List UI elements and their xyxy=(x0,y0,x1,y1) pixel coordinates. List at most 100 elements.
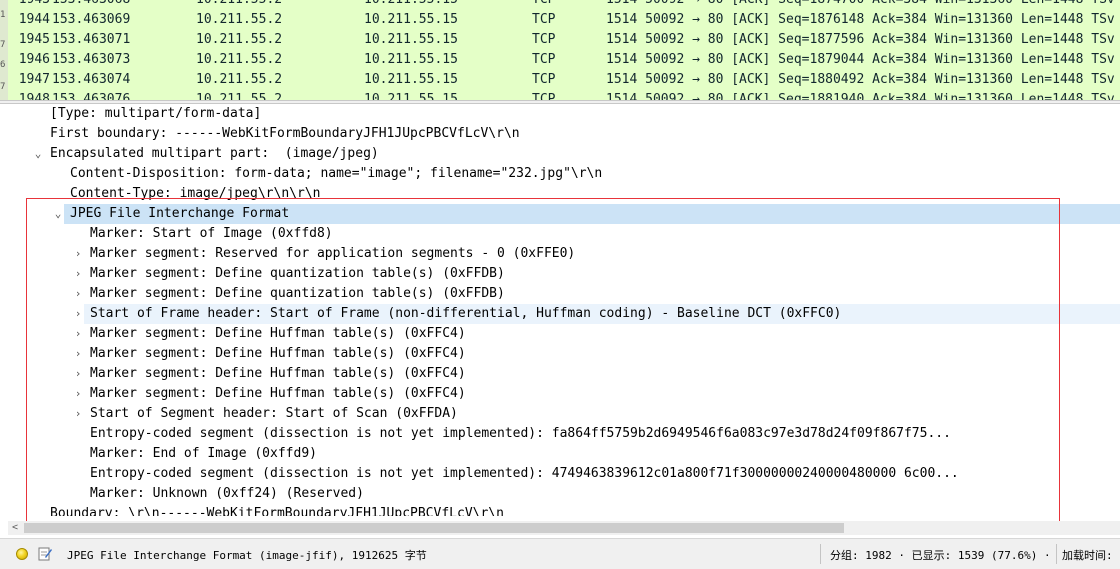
packet-cell-info: 1514 50092 → 80 [ACK] Seq=1881940 Ack=38… xyxy=(606,92,1115,100)
tree-item-label: Marker segment: Reserved for application… xyxy=(90,246,576,261)
status-bar: JPEG File Interchange Format (image-jfif… xyxy=(0,538,1120,569)
packet-row[interactable]: 1944 153.463069 10.211.55.2 10.211.55.15 TCP… xyxy=(0,10,1120,30)
chevron-right-icon[interactable]: › xyxy=(72,244,84,264)
tree-item-label: First boundary: ------WebKitFormBoundary… xyxy=(50,126,520,141)
tree-item[interactable]: Content-Disposition: form-data; name="im… xyxy=(8,164,1120,184)
tree-item-label: Marker segment: Define Huffman table(s) … xyxy=(90,386,466,401)
packet-cell-proto: TCP xyxy=(532,52,556,67)
packet-cell-dst: 10.211.55.15 xyxy=(364,92,458,100)
chevron-right-icon[interactable]: › xyxy=(72,344,84,364)
packet-cell-time: 153.463069 xyxy=(52,12,131,27)
tree-item-label: Encapsulated multipart part: (image/jpeg… xyxy=(50,146,379,161)
tree-item[interactable]: › Marker segment: Define quantization tab… xyxy=(8,284,1120,304)
packet-row[interactable]: 1943153.463068 10.211.55.2 10.211.55.15 TCP… xyxy=(0,0,1120,10)
status-separator xyxy=(1056,544,1057,564)
scrollbar-thumb[interactable] xyxy=(24,523,844,533)
horizontal-scrollbar[interactable]: < xyxy=(8,521,1120,535)
packet-cell-no: 1945 xyxy=(18,32,50,47)
tree-item[interactable]: › Start of Frame header: Start of Frame (… xyxy=(75,304,1120,324)
chevron-right-icon[interactable]: › xyxy=(72,324,84,344)
tree-item[interactable]: Marker: Start of Image (0xffd8) xyxy=(8,224,1120,244)
tree-item-label: JPEG File Interchange Format xyxy=(70,206,290,221)
packet-cell-no: 1947 xyxy=(18,72,50,87)
scroll-left-icon[interactable]: < xyxy=(8,521,22,535)
tree-item[interactable]: Entropy-coded segment (dissection is not… xyxy=(8,464,1120,484)
tree-item-label: Marker: End of Image (0xffd9) xyxy=(90,446,317,461)
tree-item-label: [Type: multipart/form-data] xyxy=(50,106,262,121)
tree-item-label: Start of Frame header: Start of Frame (n… xyxy=(90,306,842,321)
tree-item[interactable]: › Marker segment: Define Huffman table(s)… xyxy=(8,384,1120,404)
tree-item[interactable]: › Marker segment: Reserved for applicatio… xyxy=(8,244,1120,264)
tree-item-label: Boundary: \r\n------WebKitFormBoundaryJF… xyxy=(50,506,504,516)
tree-item-label: Start of Segment header: Start of Scan (… xyxy=(90,406,458,421)
tree-item[interactable]: › Start of Segment header: Start of Scan … xyxy=(8,404,1120,424)
packet-cell-info: 1514 50092 → 80 [ACK] Seq=1876148 Ack=38… xyxy=(606,12,1115,27)
packet-cell-time: 153.463071 xyxy=(52,32,131,47)
packet-cell-time: 153.463076 xyxy=(52,92,131,100)
tree-item[interactable]: [Type: multipart/form-data] xyxy=(8,104,1120,124)
chevron-down-icon[interactable]: ⌄ xyxy=(32,144,44,164)
packet-cell-src: 10.211.55.2 xyxy=(196,92,283,100)
tree-item[interactable]: ⌄ Encapsulated multipart part: (image/jpe… xyxy=(8,144,1120,164)
tree-item-label: Content-Type: image/jpeg\r\n\r\n xyxy=(70,186,321,201)
packet-cell-src: 10.211.55.2 xyxy=(196,0,282,10)
status-packet-stats: 分组: 1982 · 已显示: 1539 (77.6%) · xyxy=(830,549,1051,562)
tree-item-label: Marker: Start of Image (0xffd8) xyxy=(90,226,333,241)
packet-row[interactable]: 1945 153.463071 10.211.55.2 10.211.55.15 TCP… xyxy=(0,30,1120,50)
chevron-down-icon[interactable]: ⌄ xyxy=(52,204,64,224)
chevron-right-icon[interactable]: › xyxy=(72,264,84,284)
wireshark-window: 1 7 6 7 1943153.46306810.211.55.210.211.… xyxy=(0,0,1120,569)
packet-cell-proto: TCP xyxy=(532,12,556,27)
packet-row[interactable]: 1948 153.463076 10.211.55.2 10.211.55.15 TCP… xyxy=(0,90,1120,100)
chevron-right-icon[interactable]: › xyxy=(72,284,84,304)
packet-cell-src: 10.211.55.2 xyxy=(196,72,283,87)
chevron-right-icon[interactable]: › xyxy=(72,384,84,404)
tree-item-label: Marker segment: Define quantization tabl… xyxy=(90,286,505,301)
packet-cell-no: 1943 xyxy=(18,0,50,10)
chevron-right-icon[interactable]: › xyxy=(72,364,84,384)
tree-item-label: Content-Disposition: form-data; name="im… xyxy=(70,166,603,181)
packet-cell-proto: TCP xyxy=(532,32,556,47)
capture-comment-icon[interactable] xyxy=(38,546,52,561)
tree-item[interactable]: ⌄ JPEG File Interchange Format xyxy=(55,204,1120,224)
chevron-right-icon[interactable]: › xyxy=(72,404,84,424)
packet-cell-src: 10.211.55.2 xyxy=(196,32,283,47)
tree-item-label: Entropy-coded segment (dissection is not… xyxy=(90,466,959,481)
tree-item[interactable]: Marker: Unknown (0xff24) (Reserved) xyxy=(8,484,1120,504)
status-separator xyxy=(820,544,821,564)
packet-row[interactable]: 1946 153.463073 10.211.55.2 10.211.55.15 TCP… xyxy=(0,50,1120,70)
tree-item[interactable]: Entropy-coded segment (dissection is not… xyxy=(8,424,1120,444)
packet-list[interactable]: 1 7 6 7 1943153.46306810.211.55.210.211.… xyxy=(0,0,1120,100)
tree-item[interactable]: › Marker segment: Define Huffman table(s)… xyxy=(8,324,1120,344)
packet-cell-dst: 10.211.55.15 xyxy=(364,72,458,87)
tree-item[interactable]: › Marker segment: Define Huffman table(s)… xyxy=(8,364,1120,384)
tree-item[interactable]: › Marker segment: Define Huffman table(s)… xyxy=(8,344,1120,364)
packet-cell-time: 153.463074 xyxy=(52,72,131,87)
packet-cell-info: 1514 50092 → 80 [ACK] Seq=1880492 Ack=38… xyxy=(606,72,1115,87)
status-load-time: 加载时间: xyxy=(1062,549,1113,562)
tree-item[interactable]: Boundary: \r\n------WebKitFormBoundaryJF… xyxy=(8,504,1120,516)
expert-info-icon[interactable] xyxy=(16,548,28,560)
packet-cell-info: 1514 50092 → 80 [ACK] Seq=1877596 Ack=38… xyxy=(606,32,1115,47)
tree-item-label: Marker: Unknown (0xff24) (Reserved) xyxy=(90,486,364,501)
tree-item[interactable]: Marker: End of Image (0xffd9) xyxy=(8,444,1120,464)
tree-item-label: Marker segment: Define Huffman table(s) … xyxy=(90,366,466,381)
packet-cell-no: 1944 xyxy=(18,12,50,27)
tree-item[interactable]: › Marker segment: Define quantization tab… xyxy=(8,264,1120,284)
packet-cell-dst: 10.211.55.15 xyxy=(364,32,458,47)
tree-item-label: Marker segment: Define Huffman table(s) … xyxy=(90,346,466,361)
packet-cell-info: 1514 50092 → 80 [ACK] Seq=1874700 Ack=38… xyxy=(606,0,1115,10)
packet-cell-proto: TCP xyxy=(532,72,556,87)
packet-cell-time: 153.463068 xyxy=(52,0,130,10)
packet-cell-proto: TCP xyxy=(532,0,555,10)
packet-row[interactable]: 1947 153.463074 10.211.55.2 10.211.55.15 TCP… xyxy=(0,70,1120,90)
chevron-right-icon[interactable]: › xyxy=(72,304,84,324)
packet-cell-src: 10.211.55.2 xyxy=(196,12,283,27)
tree-item[interactable]: First boundary: ------WebKitFormBoundary… xyxy=(8,124,1120,144)
packet-details-tree[interactable]: [Type: multipart/form-data] First boundar… xyxy=(8,104,1120,520)
packet-cell-src: 10.211.55.2 xyxy=(196,52,283,67)
tree-item-label: Marker segment: Define quantization tabl… xyxy=(90,266,505,281)
packet-cell-no: 1946 xyxy=(18,52,50,67)
tree-item[interactable]: Content-Type: image/jpeg\r\n\r\n xyxy=(8,184,1120,204)
tree-item-label: Entropy-coded segment (dissection is not… xyxy=(90,426,951,441)
